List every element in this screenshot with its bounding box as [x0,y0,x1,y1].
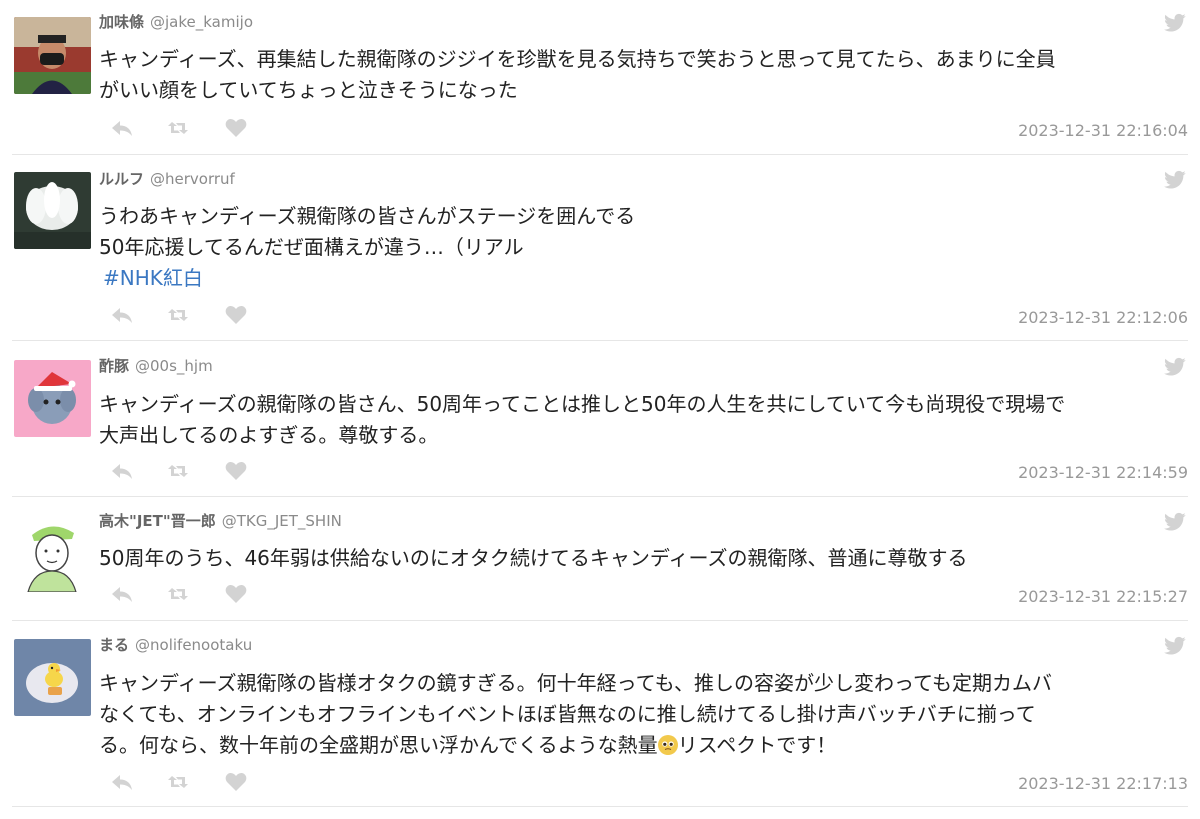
tweet-text-fragment: る。何なら、数十年前の全盛期が思い浮かんでくるような熱量 [99,733,658,757]
retweet-icon[interactable] [166,771,190,793]
heart-icon[interactable] [224,117,248,139]
retweet-icon[interactable] [166,117,190,139]
tweet-timestamp[interactable]: 2023-12-31 22:17:13 [1018,774,1188,794]
tweet-header: 高木"JET"晋一郎 @TKG_JET_SHIN [99,511,342,531]
tweet-text-line: がいい顔をしていてちょっと泣きそうになった [99,78,518,102]
user-name[interactable]: まる [99,636,129,654]
tweet-timestamp[interactable]: 2023-12-31 22:12:06 [1018,308,1188,328]
user-handle[interactable]: @nolifenootaku [135,636,252,654]
reply-icon[interactable] [110,771,134,793]
hashtag-line: #NHK紅白 [99,263,1184,294]
retweet-icon[interactable] [166,583,190,605]
user-handle[interactable]: @jake_kamijo [150,13,253,31]
tweet-header: 酢豚 @00s_hjm [99,356,213,376]
heart-icon[interactable] [224,771,248,793]
retweet-icon[interactable] [166,304,190,326]
heart-icon[interactable] [224,460,248,482]
tweet-card: まる @nolifenootaku キャンディーズ親衛隊の皆様オタクの鏡すぎる。何… [0,621,1200,819]
tweet-text: うわあキャンディーズ親衛隊の皆さんがステージを囲んでる 50年応援してるんだぜ面… [99,201,1184,294]
tweet-text-fragment: リスペクトです！ [677,733,837,757]
heart-icon[interactable] [224,304,248,326]
tweet-header: 加味條 @jake_kamijo [99,12,253,32]
tweet-card: 酢豚 @00s_hjm キャンディーズの親衛隊の皆さん、50周年ってことは推しと5… [0,341,1200,497]
tweet-text-line: なくても、オンラインもオフラインもイベントほぼ皆無なのに推し続けてるし掛け声バッ… [99,702,1036,726]
twitter-bird-icon[interactable] [1164,170,1186,190]
twitter-bird-icon[interactable] [1164,636,1186,656]
reply-icon[interactable] [110,460,134,482]
twitter-bird-icon[interactable] [1164,13,1186,33]
tweet-header: まる @nolifenootaku [99,635,252,655]
tweet-text-line: キャンディーズの親衛隊の皆さん、50周年ってことは推しと50年の人生を共にしてい… [99,392,1066,416]
avatar[interactable] [14,360,91,437]
tweet-timestamp[interactable]: 2023-12-31 22:16:04 [1018,121,1188,141]
tweet-header: ルルフ @hervorruf [99,169,235,189]
tweet-text: 50周年のうち、46年弱は供給ないのにオタク続けてるキャンディーズの親衛隊、普通… [99,543,1184,574]
divider [12,806,1188,807]
user-handle[interactable]: @TKG_JET_SHIN [222,512,342,530]
tweet-text: キャンディーズの親衛隊の皆さん、50周年ってことは推しと50年の人生を共にしてい… [99,389,1184,451]
user-name[interactable]: ルルフ [99,170,144,188]
retweet-icon[interactable] [166,460,190,482]
avatar[interactable] [14,172,91,249]
reply-icon[interactable] [110,304,134,326]
tweet-text-line: 50周年のうち、46年弱は供給ないのにオタク続けてるキャンディーズの親衛隊、普通… [99,546,968,570]
avatar[interactable] [14,515,91,592]
reply-icon[interactable] [110,117,134,139]
tweet-text-line: る。何なら、数十年前の全盛期が思い浮かんでくるような熱量 リスペクトです！ [99,730,1184,761]
tweet-card: 加味條 @jake_kamijo キャンディーズ、再集結した親衛隊のジジイを珍獣を… [0,0,1200,155]
tweet-text-line: キャンディーズ親衛隊の皆様オタクの鏡すぎる。何十年経っても、推しの容姿が少し変わ… [99,671,1052,695]
twitter-bird-icon[interactable] [1164,512,1186,532]
avatar[interactable] [14,17,91,94]
user-name[interactable]: 酢豚 [99,357,129,375]
tweet-text-line: キャンディーズ、再集結した親衛隊のジジイを珍獣を見る気持ちで笑おうと思って見てた… [99,47,1056,71]
heart-icon[interactable] [224,583,248,605]
tweet-card: 高木"JET"晋一郎 @TKG_JET_SHIN 50周年のうち、46年弱は供給な… [0,497,1200,621]
user-name[interactable]: 高木"JET"晋一郎 [99,512,216,530]
user-handle[interactable]: @hervorruf [150,170,235,188]
tweet-card: ルルフ @hervorruf うわあキャンディーズ親衛隊の皆さんがステージを囲んで… [0,155,1200,341]
tweet-feed: 加味條 @jake_kamijo キャンディーズ、再集結した親衛隊のジジイを珍獣を… [0,0,1200,819]
tweet-timestamp[interactable]: 2023-12-31 22:14:59 [1018,463,1188,483]
tweet-text-line: うわあキャンディーズ親衛隊の皆さんがステージを囲んでる [99,204,636,228]
tweet-text: キャンディーズ親衛隊の皆様オタクの鏡すぎる。何十年経っても、推しの容姿が少し変わ… [99,668,1184,761]
user-name[interactable]: 加味條 [99,13,144,31]
hashtag-link[interactable]: #NHK紅白 [99,266,203,290]
tweet-text: キャンディーズ、再集結した親衛隊のジジイを珍獣を見る気持ちで笑おうと思って見てた… [99,44,1184,106]
tweet-timestamp[interactable]: 2023-12-31 22:15:27 [1018,587,1188,607]
twitter-bird-icon[interactable] [1164,357,1186,377]
user-handle[interactable]: @00s_hjm [135,357,213,375]
avatar[interactable] [14,639,91,716]
pleading-face-emoji-icon [657,735,678,755]
reply-icon[interactable] [110,583,134,605]
tweet-text-line: 大声出してるのよすぎる。尊敬する。 [99,423,439,447]
tweet-text-line: 50年応援してるんだぜ面構えが違う…（リアル [99,235,524,259]
